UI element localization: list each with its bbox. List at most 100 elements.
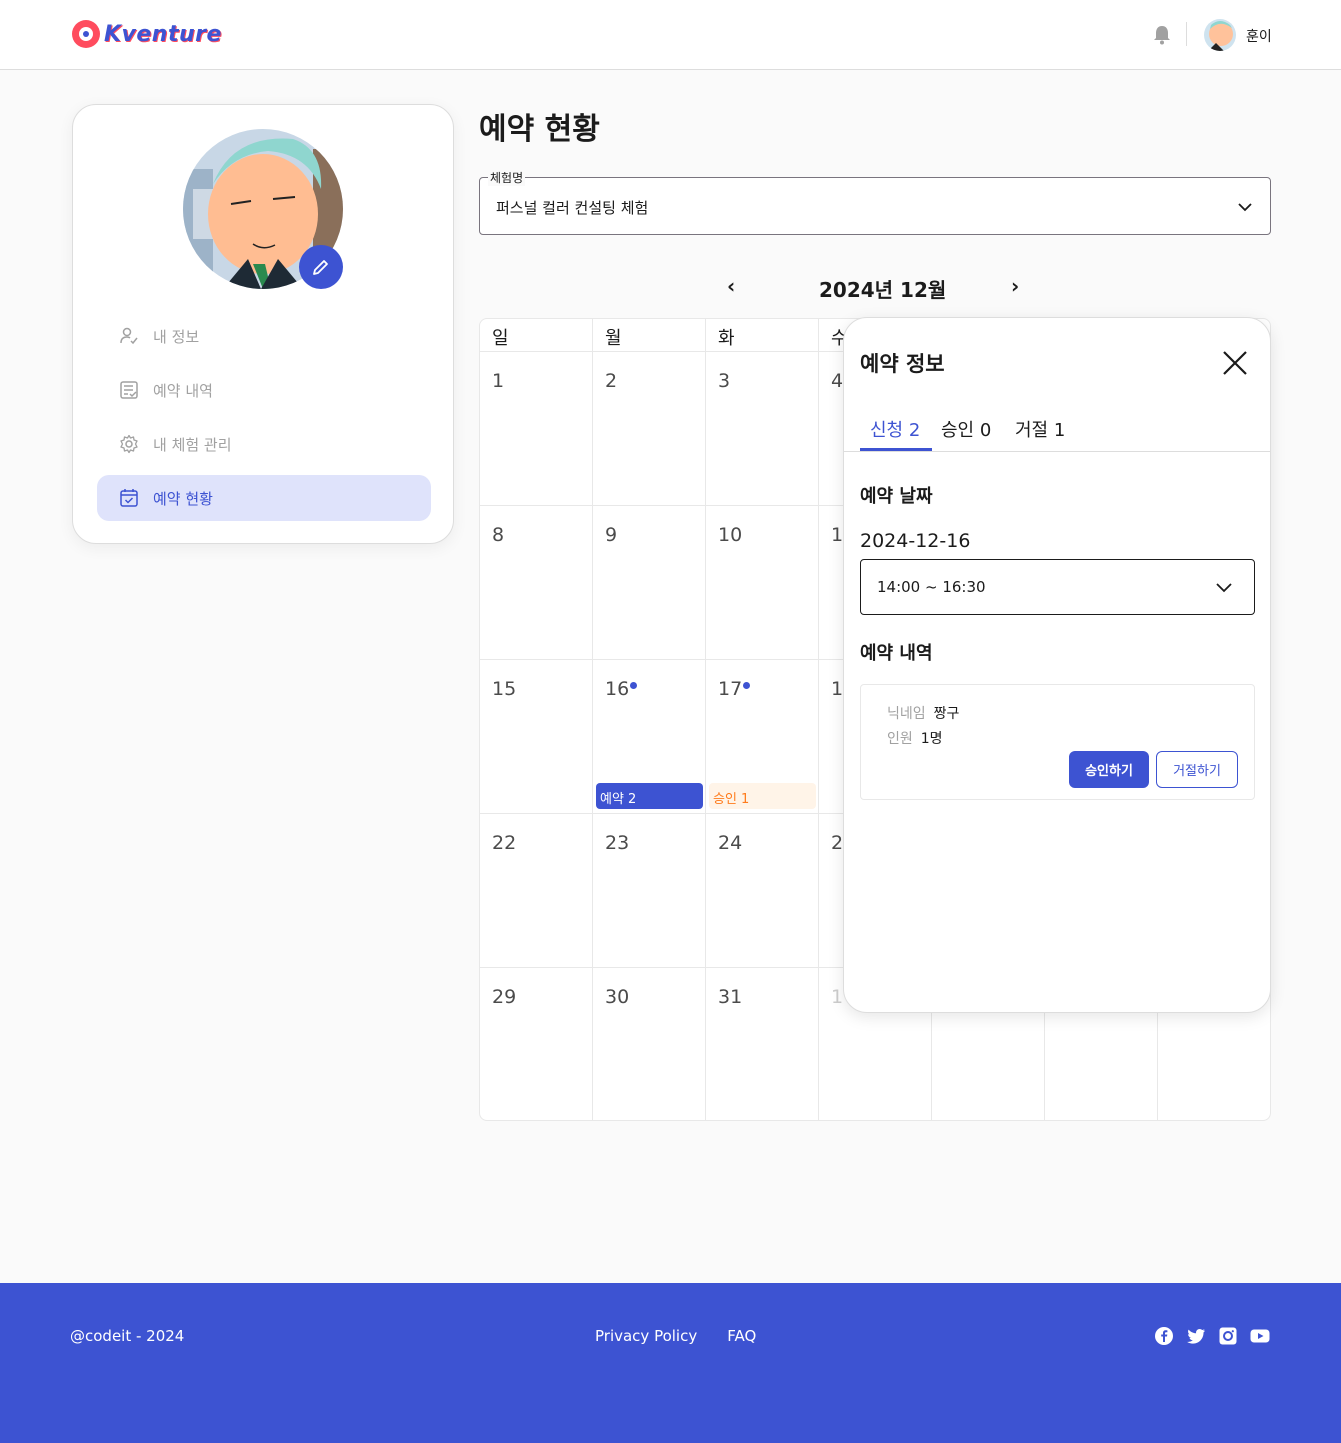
approve-button[interactable]: 승인하기 [1069, 751, 1149, 788]
activity-select[interactable]: 체험명 퍼스널 컬러 컨설팅 체험 [479, 169, 1271, 235]
day-number: 30 [605, 986, 630, 1008]
day-number: 3 [718, 370, 731, 392]
logo[interactable]: Kventure [72, 20, 222, 48]
month-navigation: ‹ 2024년 12월 › [479, 272, 1271, 302]
sidebar-item-my-activities[interactable]: 내 체험 관리 [97, 421, 431, 467]
calendar-day-cell[interactable]: 29 [480, 968, 593, 1120]
calendar-day-cell[interactable]: 16 예약 2 [593, 660, 706, 814]
chevron-down-icon [1216, 583, 1232, 593]
day-number: 22 [492, 832, 517, 854]
edit-profile-button[interactable] [299, 245, 343, 289]
sidebar-item-label: 예약 현황 [153, 489, 213, 508]
weekday-label: 일 [480, 319, 593, 352]
weekday-label: 화 [706, 319, 819, 352]
page-title: 예약 현황 [479, 112, 600, 147]
facebook-icon[interactable] [1154, 1326, 1174, 1346]
reservation-date-value: 2024-12-16 [860, 530, 971, 552]
calendar-day-cell[interactable]: 23 [593, 814, 706, 968]
list-check-icon [120, 381, 138, 399]
calendar-day-cell[interactable]: 9 [593, 506, 706, 660]
calendar-day-cell[interactable]: 1 [480, 352, 593, 506]
top-navigation-bar: Kventure 훈이 [0, 0, 1341, 70]
headcount-label: 인원 [887, 731, 913, 747]
header-divider [1186, 22, 1187, 46]
calendar-check-icon [120, 489, 138, 507]
tab-rejected[interactable]: 거절 1 [1015, 416, 1065, 442]
calendar-day-cell[interactable]: 15 [480, 660, 593, 814]
reservation-dot [630, 682, 637, 689]
gear-icon [120, 434, 138, 454]
day-number: 15 [492, 678, 517, 700]
twitter-icon[interactable] [1186, 1326, 1206, 1346]
sidebar-item-label: 예약 내역 [153, 381, 213, 400]
privacy-policy-link[interactable]: Privacy Policy [595, 1327, 697, 1345]
sidebar-item-label: 내 체험 관리 [153, 435, 232, 454]
footer-links: Privacy Policy FAQ [595, 1327, 756, 1345]
user-check-icon [120, 327, 138, 345]
youtube-icon[interactable] [1250, 1326, 1270, 1346]
status-tabs: 신청 2 승인 0 거절 1 [844, 414, 1270, 452]
weekday-label: 월 [593, 319, 706, 352]
activity-select-value: 퍼스널 컬러 컨설팅 체험 [496, 199, 649, 217]
nickname-label: 닉네임 [887, 706, 926, 722]
reservation-history-label: 예약 내역 [860, 643, 933, 664]
reservation-info-modal: 예약 정보 신청 2 승인 0 거절 1 예약 날짜 2024-12-16 14… [843, 317, 1271, 1013]
calendar-day-cell[interactable]: 3 [706, 352, 819, 506]
day-number: 1 [492, 370, 505, 392]
bell-icon[interactable] [1152, 24, 1172, 46]
reject-button[interactable]: 거절하기 [1156, 751, 1238, 788]
reservation-card: 닉네임 짱구 인원 1명 승인하기 거절하기 [860, 684, 1255, 800]
day-number: 29 [492, 986, 517, 1008]
logo-mark-icon [72, 20, 100, 48]
next-month-button[interactable]: › [1011, 274, 1019, 298]
day-number: 24 [718, 832, 743, 854]
social-links [1154, 1326, 1270, 1346]
month-title: 2024년 12월 [819, 278, 947, 302]
profile-card: 내 정보 예약 내역 내 체험 관리 예약 현황 [72, 104, 454, 544]
time-slot-value: 14:00 ~ 16:30 [877, 578, 986, 596]
calendar-day-cell[interactable]: 2 [593, 352, 706, 506]
copyright-text: @codeit - 2024 [70, 1327, 185, 1345]
day-number: 4 [831, 370, 844, 392]
sidebar-item-reservation-history[interactable]: 예약 내역 [97, 367, 431, 413]
user-name[interactable]: 훈이 [1246, 26, 1272, 46]
day-number: 10 [718, 524, 743, 546]
sidebar-item-label: 내 정보 [153, 327, 200, 346]
sidebar-item-my-info[interactable]: 내 정보 [97, 313, 431, 359]
day-number: 9 [605, 524, 618, 546]
calendar-day-cell[interactable]: 22 [480, 814, 593, 968]
time-slot-select[interactable]: 14:00 ~ 16:30 [860, 559, 1255, 615]
prev-month-button[interactable]: ‹ [727, 274, 735, 298]
calendar-day-cell[interactable]: 24 [706, 814, 819, 968]
sidebar-menu: 내 정보 예약 내역 내 체험 관리 예약 현황 [97, 313, 431, 529]
day-number: 16 [605, 678, 630, 700]
calendar-day-cell[interactable]: 8 [480, 506, 593, 660]
reservation-dot [743, 682, 750, 689]
instagram-icon[interactable] [1218, 1326, 1238, 1346]
day-number: 23 [605, 832, 630, 854]
active-tab-indicator [860, 448, 932, 451]
faq-link[interactable]: FAQ [727, 1327, 756, 1345]
day-number: 1 [831, 986, 844, 1008]
calendar-day-cell[interactable]: 10 [706, 506, 819, 660]
day-number: 8 [492, 524, 505, 546]
day-number: 17 [718, 678, 743, 700]
nickname-value: 짱구 [933, 706, 960, 722]
nickname-row: 닉네임 짱구 [887, 703, 959, 723]
calendar-day-cell[interactable]: 31 [706, 968, 819, 1120]
avatar[interactable] [1204, 19, 1236, 51]
calendar-day-cell[interactable]: 17 승인 1 [706, 660, 819, 814]
tab-requested[interactable]: 신청 2 [870, 416, 920, 442]
tab-approved[interactable]: 승인 0 [941, 416, 991, 442]
day-number: 2 [605, 370, 618, 392]
logo-text: Kventure [104, 21, 222, 47]
calendar-day-cell[interactable]: 30 [593, 968, 706, 1120]
reservation-badge[interactable]: 예약 2 [596, 783, 703, 809]
sidebar-item-reservation-status[interactable]: 예약 현황 [97, 475, 431, 521]
close-icon[interactable] [1220, 348, 1250, 378]
headcount-row: 인원 1명 [887, 728, 943, 748]
activity-select-label: 체험명 [488, 169, 526, 186]
approved-badge[interactable]: 승인 1 [709, 783, 816, 809]
reservation-date-label: 예약 날짜 [860, 486, 933, 507]
modal-title: 예약 정보 [860, 352, 945, 376]
